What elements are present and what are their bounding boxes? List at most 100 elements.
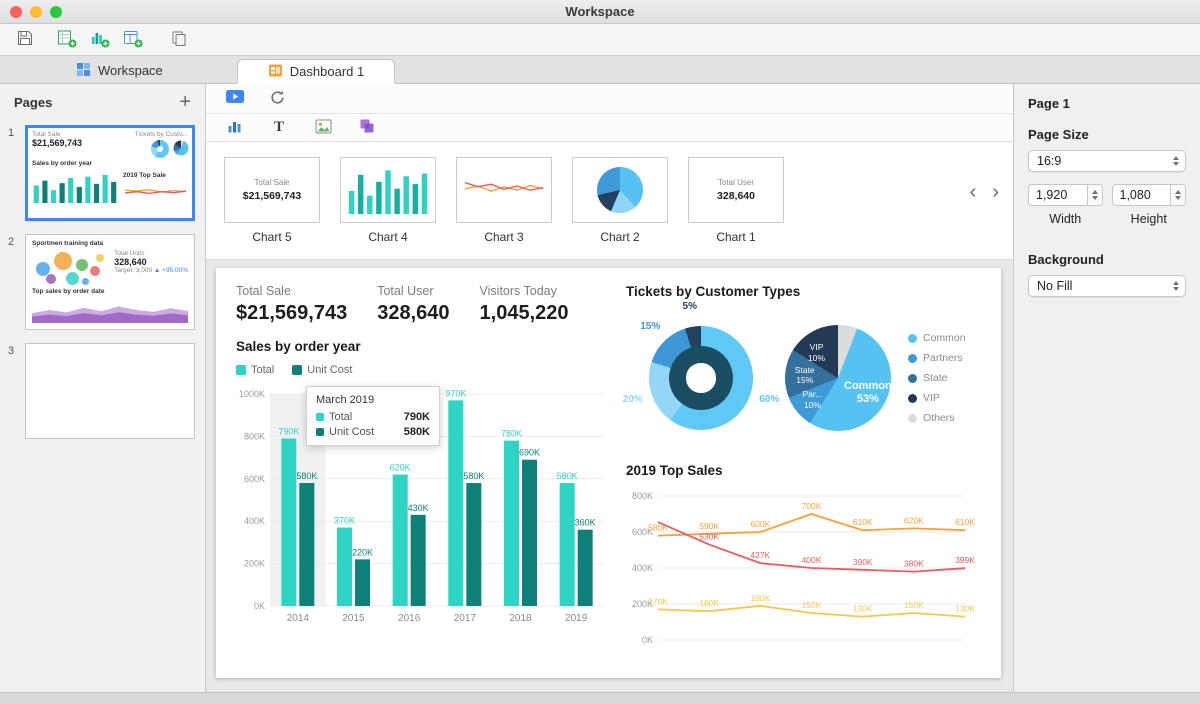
svg-text:400K: 400K bbox=[244, 516, 265, 526]
svg-text:970K: 970K bbox=[445, 388, 466, 398]
width-stepper[interactable] bbox=[1087, 185, 1102, 205]
tab-label: Workspace bbox=[98, 63, 163, 78]
tab-dashboard-1[interactable]: Dashboard 1 bbox=[237, 59, 395, 84]
page-item-1[interactable]: 1 Total Sale $21,569,743 Tickets by Cust… bbox=[0, 120, 205, 229]
legend-item-total[interactable]: Total bbox=[236, 364, 274, 376]
duplicate-button[interactable] bbox=[166, 27, 192, 53]
gallery-chart-4[interactable]: Chart 4 bbox=[340, 157, 436, 244]
gallery-chart-1[interactable]: Total User 328,640 Chart 1 bbox=[688, 157, 784, 244]
width-input[interactable]: 1,920 bbox=[1028, 184, 1103, 206]
gallery-prev-button[interactable]: ‹ bbox=[970, 182, 977, 202]
refresh-button[interactable] bbox=[264, 86, 290, 112]
svg-text:590K: 590K bbox=[699, 521, 719, 531]
tooltip-series-name: Unit Cost bbox=[329, 426, 374, 438]
gallery-chart-3[interactable]: Chart 3 bbox=[456, 157, 552, 244]
new-report-button[interactable] bbox=[54, 27, 80, 53]
dashboard-canvas[interactable]: Total Sale $21,569,743 Total User 328,64… bbox=[206, 260, 1013, 692]
insert-text-button[interactable]: T bbox=[266, 115, 292, 141]
page-number: 3 bbox=[8, 343, 18, 439]
legend-item-common[interactable]: Common bbox=[908, 332, 966, 344]
kpi-label: Visitors Today bbox=[480, 284, 569, 298]
gallery-chart-5[interactable]: Total Sale $21,569,743 Chart 5 bbox=[224, 157, 320, 244]
add-page-button[interactable]: + bbox=[179, 92, 191, 112]
new-chart-button[interactable] bbox=[87, 27, 113, 53]
gallery-chart-2[interactable]: Chart 2 bbox=[572, 157, 668, 244]
thumb-pie-chart bbox=[173, 140, 188, 155]
refresh-icon bbox=[269, 89, 286, 109]
dashboard-left-column: Total Sale $21,569,743 Total User 328,64… bbox=[236, 284, 608, 662]
height-input[interactable]: 1,080 bbox=[1112, 184, 1187, 206]
height-stepper[interactable] bbox=[1170, 185, 1185, 205]
width-value: 1,920 bbox=[1029, 188, 1087, 202]
legend-label: Others bbox=[923, 412, 955, 424]
legend-item-state[interactable]: State bbox=[908, 372, 966, 384]
gallery-next-button[interactable]: › bbox=[992, 182, 999, 202]
save-button[interactable] bbox=[12, 27, 38, 53]
bubble bbox=[46, 274, 56, 284]
height-value: 1,080 bbox=[1113, 188, 1171, 202]
background-select[interactable]: No Fill bbox=[1028, 275, 1186, 297]
close-window-button[interactable] bbox=[10, 6, 22, 18]
legend-dot bbox=[908, 374, 917, 383]
page-item-3[interactable]: 3 bbox=[0, 338, 205, 447]
customer-pie-chart[interactable]: Common53%Par...10%State15%VIP10% bbox=[782, 322, 894, 434]
window-title: Workspace bbox=[565, 4, 634, 19]
legend-label: Partners bbox=[923, 352, 963, 364]
select-arrows-icon bbox=[1171, 156, 1181, 166]
gallery-caption: Chart 5 bbox=[224, 230, 320, 244]
gallery-line-chart bbox=[463, 166, 545, 214]
thumb-bar-chart bbox=[32, 169, 118, 203]
gallery-card: Total Sale $21,569,743 bbox=[224, 157, 320, 223]
thumb-units-value: 328,640 bbox=[114, 257, 188, 267]
pies-row: 60%20%15%5% Common53%Par...10%State15%VI… bbox=[626, 305, 981, 451]
svg-text:170K: 170K bbox=[648, 596, 668, 606]
gallery-caption: Chart 4 bbox=[340, 230, 436, 244]
insert-theme-button[interactable] bbox=[354, 115, 380, 141]
sales-bar-chart[interactable]: March 2019 Total790K Unit Cost580K 0K200… bbox=[236, 378, 608, 628]
canvas-toolbar bbox=[206, 84, 1013, 114]
svg-text:390K: 390K bbox=[853, 557, 873, 567]
legend-item-partners[interactable]: Partners bbox=[908, 352, 966, 364]
svg-text:600K: 600K bbox=[244, 474, 265, 484]
dimension-labels: Width Height bbox=[1028, 212, 1186, 226]
tab-workspace[interactable]: Workspace bbox=[46, 58, 193, 83]
page-item-2[interactable]: 2 Sportmen training data Total Units 328… bbox=[0, 229, 205, 338]
svg-text:610K: 610K bbox=[853, 517, 873, 527]
preview-button[interactable] bbox=[222, 86, 248, 112]
legend-swatch bbox=[236, 365, 246, 375]
tickets-donut-chart[interactable]: 60%20%15%5% bbox=[626, 305, 776, 451]
legend-label: Total bbox=[251, 364, 274, 376]
page-size-label: Page Size bbox=[1028, 127, 1186, 142]
thumb1-bottom: 2019 Top Sale bbox=[32, 169, 188, 203]
page-size-select[interactable]: 16:9 bbox=[1028, 150, 1186, 172]
zoom-window-button[interactable] bbox=[50, 6, 62, 18]
top-sales-line-chart[interactable]: 0K200K400K600K800K580K590K600K700K610K62… bbox=[626, 482, 981, 648]
gallery-nav: ‹ › bbox=[970, 182, 999, 202]
pie-label: VIP10% bbox=[808, 342, 825, 362]
tickets-chart-title: Tickets by Customer Types bbox=[626, 284, 981, 299]
main-toolbar bbox=[0, 24, 1200, 56]
thumb-units-label: Total Units bbox=[114, 250, 188, 257]
legend-item-vip[interactable]: VIP bbox=[908, 392, 966, 404]
pie-label: 5% bbox=[683, 301, 697, 313]
bubble bbox=[54, 252, 72, 270]
new-dashboard-button[interactable] bbox=[120, 27, 146, 53]
gallery-kpi-label: Total User bbox=[718, 178, 754, 187]
insert-chart-button[interactable] bbox=[222, 115, 248, 141]
tooltip-title: March 2019 bbox=[316, 394, 430, 406]
pages-panel: Pages + 1 Total Sale $21,569,743 Tickets… bbox=[0, 84, 206, 692]
page-1-thumbnail[interactable]: Total Sale $21,569,743 Tickets by Custo.… bbox=[25, 125, 195, 221]
thumb1-top: Total Sale $21,569,743 Tickets by Custo.… bbox=[32, 131, 188, 158]
page-3-thumbnail[interactable] bbox=[25, 343, 195, 439]
chart-icon bbox=[227, 118, 243, 137]
svg-text:600K: 600K bbox=[750, 519, 770, 529]
bubble bbox=[96, 254, 104, 262]
inspector-title: Page 1 bbox=[1028, 96, 1186, 111]
thumb-kpi-value: $21,569,743 bbox=[32, 138, 82, 148]
svg-text:2014: 2014 bbox=[287, 613, 310, 624]
legend-item-others[interactable]: Others bbox=[908, 412, 966, 424]
minimize-window-button[interactable] bbox=[30, 6, 42, 18]
insert-image-button[interactable] bbox=[310, 115, 336, 141]
legend-item-unit-cost[interactable]: Unit Cost bbox=[292, 364, 352, 376]
page-2-thumbnail[interactable]: Sportmen training data Total Units 328,6… bbox=[25, 234, 195, 330]
